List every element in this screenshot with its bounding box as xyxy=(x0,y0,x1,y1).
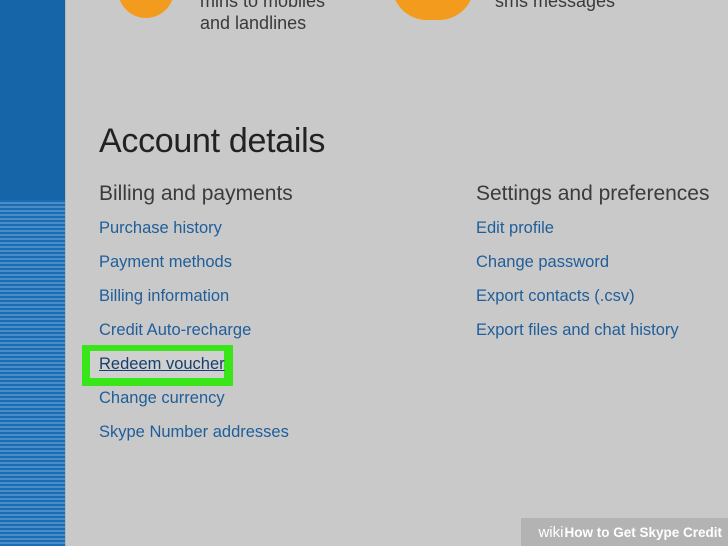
export-files-chat-history-link[interactable]: Export files and chat history xyxy=(476,321,679,340)
export-contacts-link[interactable]: Export contacts (.csv) xyxy=(476,287,635,306)
sidebar-striped xyxy=(0,200,65,546)
payment-methods-link[interactable]: Payment methods xyxy=(99,253,232,272)
change-password-link[interactable]: Change password xyxy=(476,253,609,272)
watermark-brand: wiki xyxy=(538,523,564,541)
skype-number-addresses-link[interactable]: Skype Number addresses xyxy=(99,423,289,442)
edit-profile-link[interactable]: Edit profile xyxy=(476,219,554,238)
mins-text: mins to mobiles and landlines xyxy=(200,0,325,34)
page-title: Account details xyxy=(99,122,326,160)
sidebar-solid xyxy=(0,0,65,200)
billing-information-link[interactable]: Billing information xyxy=(99,287,229,306)
wikihow-watermark: wiki How to Get Skype Credit xyxy=(521,518,728,546)
sms-bubble-icon xyxy=(392,0,474,20)
billing-heading: Billing and payments xyxy=(99,182,293,205)
settings-heading: Settings and preferences xyxy=(476,182,710,205)
mins-line-1: mins to mobiles xyxy=(200,0,326,11)
watermark-title: How to Get Skype Credit xyxy=(564,524,722,540)
sms-text: sms messages xyxy=(495,0,616,11)
purchase-history-link[interactable]: Purchase history xyxy=(99,219,222,238)
redeem-voucher-link[interactable]: Redeem voucher xyxy=(99,355,225,374)
change-currency-link[interactable]: Change currency xyxy=(99,389,225,408)
left-sidebar xyxy=(0,0,65,546)
mins-line-2: and landlines xyxy=(200,13,307,33)
page-edge-divider xyxy=(65,0,66,546)
phone-credit-icon xyxy=(118,0,174,18)
credit-auto-recharge-link[interactable]: Credit Auto-recharge xyxy=(99,321,251,340)
